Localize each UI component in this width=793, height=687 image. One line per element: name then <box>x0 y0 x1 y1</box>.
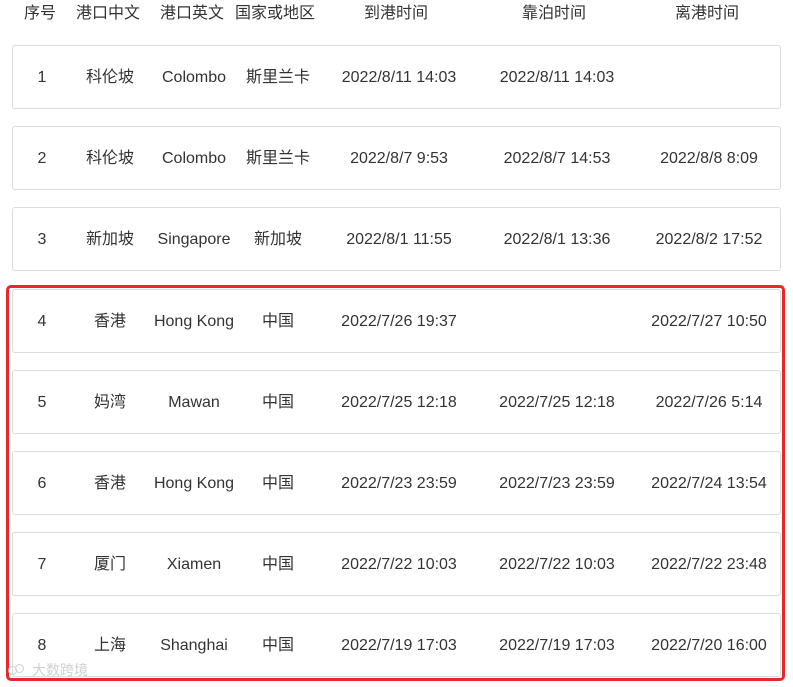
cell-departure: 2022/7/26 5:14 <box>655 394 763 411</box>
cell-country: 中国 <box>261 394 295 411</box>
cell-no: 5 <box>37 394 47 411</box>
cell-departure: 2022/8/2 17:52 <box>655 231 763 248</box>
cell-berthing: 2022/7/22 10:03 <box>499 556 615 573</box>
cell-country: 中国 <box>261 637 295 654</box>
cell-berthing: 2022/7/19 17:03 <box>499 637 615 654</box>
cell-port-cn: 科伦坡 <box>85 69 135 86</box>
watermark-logo-icon <box>8 663 28 677</box>
cell-port-en: Hong Kong <box>153 475 235 492</box>
cell-arrival: 2022/8/7 9:53 <box>350 150 448 167</box>
cell-berthing: 2022/8/11 14:03 <box>499 69 615 86</box>
cell-berthing: 2022/7/23 23:59 <box>499 475 615 492</box>
table-row[interactable]: 3 新加坡 Singapore 新加坡 2022/8/1 11:55 2022/8/1 1… <box>12 207 781 271</box>
header-no: 序号 <box>23 5 57 22</box>
cell-berthing: 2022/8/7 14:53 <box>503 150 611 167</box>
cell-country: 新加坡 <box>253 231 303 248</box>
cell-port-en: Colombo <box>161 150 227 167</box>
cell-departure: 2022/7/22 23:48 <box>651 556 767 573</box>
cell-port-en: Colombo <box>161 69 227 86</box>
table-row[interactable]: 4 香港 Hong Kong 中国 2022/7/26 19:37 2022/7/27 1… <box>12 289 781 353</box>
cell-port-cn: 香港 <box>93 313 127 330</box>
cell-port-cn: 厦门 <box>93 556 127 573</box>
cell-no: 1 <box>37 69 47 86</box>
cell-no: 3 <box>37 231 47 248</box>
cell-arrival: 2022/8/11 14:03 <box>341 69 457 86</box>
table-row[interactable]: 1 科伦坡 Colombo 斯里兰卡 2022/8/11 14:03 2022/8/11 … <box>12 45 781 109</box>
header-port-cn: 港口中文 <box>75 5 141 22</box>
cell-no: 6 <box>37 475 47 492</box>
cell-arrival: 2022/8/1 11:55 <box>346 231 452 248</box>
header-country: 国家或地区 <box>234 5 316 22</box>
cell-port-cn: 新加坡 <box>85 231 135 248</box>
cell-arrival: 2022/7/19 17:03 <box>341 637 457 654</box>
header-departure: 离港时间 <box>674 5 740 22</box>
cell-port-en: Singapore <box>157 231 231 248</box>
header-arrival: 到港时间 <box>363 5 429 22</box>
table-row[interactable]: 6 香港 Hong Kong 中国 2022/7/23 23:59 2022/7/23 2… <box>12 451 781 515</box>
cell-country: 中国 <box>261 475 295 492</box>
cell-port-en: Xiamen <box>166 556 222 573</box>
cell-country: 斯里兰卡 <box>245 69 311 86</box>
table-row[interactable]: 7 厦门 Xiamen 中国 2022/7/22 10:03 2022/7/22 10:0… <box>12 532 781 596</box>
cell-port-en: Hong Kong <box>153 313 235 330</box>
cell-port-cn: 妈湾 <box>93 394 127 411</box>
cell-country: 中国 <box>261 313 295 330</box>
cell-port-en: Shanghai <box>160 637 228 654</box>
table-row[interactable]: 2 科伦坡 Colombo 斯里兰卡 2022/8/7 9:53 2022/8/7 14:… <box>12 126 781 190</box>
cell-arrival: 2022/7/26 19:37 <box>341 313 457 330</box>
cell-berthing: 2022/8/1 13:36 <box>503 231 611 248</box>
cell-port-cn: 香港 <box>93 475 127 492</box>
cell-arrival: 2022/7/22 10:03 <box>341 556 457 573</box>
cell-country: 斯里兰卡 <box>245 150 311 167</box>
header-port-en: 港口英文 <box>159 5 225 22</box>
cell-arrival: 2022/7/25 12:18 <box>341 394 457 411</box>
cell-port-cn: 上海 <box>93 637 127 654</box>
cell-country: 中国 <box>261 556 295 573</box>
cell-arrival: 2022/7/23 23:59 <box>341 475 457 492</box>
table-header: 序号 港口中文 港口英文 国家或地区 到港时间 靠泊时间 离港时间 <box>0 0 793 30</box>
header-berthing: 靠泊时间 <box>521 5 587 22</box>
cell-port-cn: 科伦坡 <box>85 150 135 167</box>
cell-berthing: 2022/7/25 12:18 <box>499 394 615 411</box>
watermark: 大数跨境 <box>8 659 88 681</box>
cell-no: 7 <box>37 556 47 573</box>
cell-departure: 2022/7/24 13:54 <box>651 475 767 492</box>
cell-departure: 2022/8/8 8:09 <box>660 150 758 167</box>
cell-departure: 2022/7/20 16:00 <box>651 637 767 654</box>
cell-port-en: Mawan <box>168 394 220 411</box>
cell-no: 2 <box>37 150 47 167</box>
table-row[interactable]: 5 妈湾 Mawan 中国 2022/7/25 12:18 2022/7/25 12:18… <box>12 370 781 434</box>
cell-departure: 2022/7/27 10:50 <box>651 313 767 330</box>
watermark-text: 大数跨境 <box>32 662 88 678</box>
table-row[interactable]: 8 上海 Shanghai 中国 2022/7/19 17:03 2022/7/19 17… <box>12 613 781 677</box>
cell-no: 4 <box>37 313 47 330</box>
